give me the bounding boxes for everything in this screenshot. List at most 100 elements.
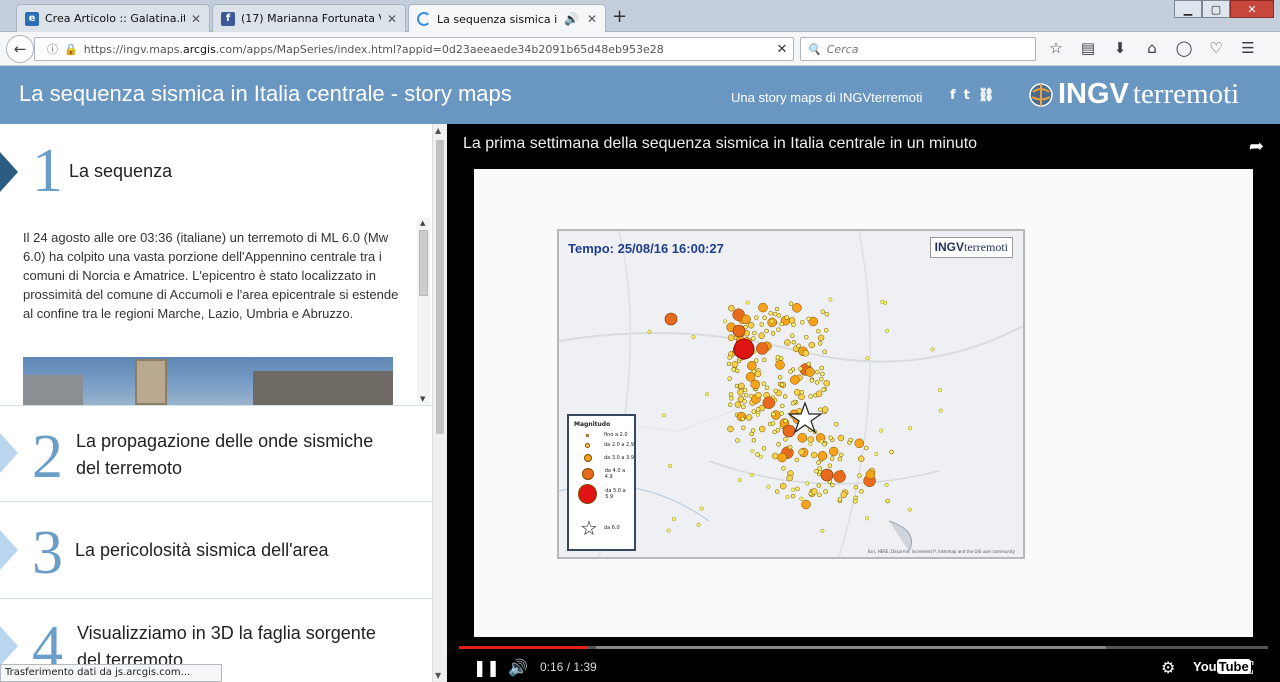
legend-row: ☆ da 6.0 xyxy=(580,516,620,540)
browser-tab-galatina[interactable]: e Crea Articolo :: Galatina.it -... ✕ xyxy=(16,4,210,32)
link-icon[interactable]: ⛓ xyxy=(978,88,995,103)
quake-dot xyxy=(795,486,800,492)
settings-gear-icon[interactable]: ⚙ xyxy=(1161,658,1175,677)
video-title[interactable]: La prima settimana della sequenza sismic… xyxy=(463,135,977,153)
quake-dot xyxy=(788,369,793,374)
quake-dot xyxy=(808,394,813,399)
inner-scrollbar[interactable]: ▲ ▼ xyxy=(417,218,430,404)
scroll-up-icon[interactable]: ▲ xyxy=(435,126,441,135)
quake-dot xyxy=(751,409,757,414)
quake-dot xyxy=(808,441,813,446)
quake-dot xyxy=(817,492,822,498)
quake-dot xyxy=(801,499,811,510)
quake-dot xyxy=(734,401,742,408)
close-tab-icon[interactable]: ✕ xyxy=(587,12,597,26)
quake-dot xyxy=(731,367,736,372)
section-2[interactable]: 2 La propagazione delle onde sismiche de… xyxy=(0,406,432,502)
quake-dot xyxy=(764,328,769,334)
menu-icon[interactable]: ☰ xyxy=(1238,39,1258,57)
quake-dot xyxy=(750,379,760,390)
quake-dot xyxy=(820,309,825,314)
quake-dot xyxy=(766,484,771,489)
pocket-icon[interactable]: ♡ xyxy=(1206,39,1226,57)
quake-dot xyxy=(817,466,822,471)
quake-dot xyxy=(696,522,701,527)
section-1[interactable]: 1 La sequenza Il 24 agosto alle ore 03:3… xyxy=(0,124,432,406)
magnitude-legend: Magnitudo fino a 2.0 da 2.0 a 2.9 da 3.0… xyxy=(567,414,636,551)
quake-dot xyxy=(865,469,876,480)
quake-dot-major xyxy=(733,338,755,360)
section-3[interactable]: 3 La pericolosità sismica dell'area xyxy=(0,502,432,599)
pause-icon[interactable]: ❚❚ xyxy=(473,658,500,677)
info-icon[interactable]: ⓘ xyxy=(47,41,58,57)
quake-dot xyxy=(800,320,805,325)
quake-dot xyxy=(774,489,780,494)
scroll-down-icon[interactable]: ▼ xyxy=(435,671,441,680)
quake-dot xyxy=(775,355,781,360)
quake-dot xyxy=(796,343,801,349)
scroll-thumb[interactable] xyxy=(436,140,444,434)
quake-dot xyxy=(773,388,778,394)
page-title: La sequenza sismica in Italia centrale -… xyxy=(19,81,512,106)
quake-dot xyxy=(794,457,800,463)
video-progress-bar[interactable] xyxy=(459,646,1268,649)
quake-dot xyxy=(754,370,762,378)
twitter-icon[interactable]: t xyxy=(964,88,970,103)
quake-dot xyxy=(755,412,760,417)
quake-dot xyxy=(854,438,865,449)
quake-dot xyxy=(664,312,678,326)
speaker-icon[interactable]: 🔊 xyxy=(564,12,579,26)
quake-dot xyxy=(785,494,790,499)
quake-dot xyxy=(864,445,869,451)
quake-dot xyxy=(771,411,776,417)
quake-dot xyxy=(770,331,776,336)
bookmark-star-icon[interactable]: ☆ xyxy=(1046,39,1066,57)
quake-dot xyxy=(827,463,833,468)
search-input[interactable]: 🔍 Cerca xyxy=(800,37,1036,61)
scroll-up-icon[interactable]: ▲ xyxy=(420,219,425,227)
fullscreen-icon[interactable]: ⛶ xyxy=(1242,658,1253,678)
quake-dot xyxy=(828,446,839,457)
maximize-icon[interactable]: ▢ xyxy=(1202,0,1230,18)
address-bar[interactable]: ⓘ 🔒 https://ingv.maps.arcgis.com/apps/Ma… xyxy=(34,37,794,61)
scroll-thumb[interactable] xyxy=(419,230,428,296)
minimize-icon[interactable]: ▁ xyxy=(1174,0,1202,18)
reading-list-icon[interactable]: ▤ xyxy=(1078,39,1098,57)
close-window-icon[interactable]: ✕ xyxy=(1230,0,1274,18)
quake-dot xyxy=(837,434,845,442)
quake-dot xyxy=(661,413,666,418)
home-icon[interactable]: ⌂ xyxy=(1142,39,1162,57)
facebook-icon[interactable]: f xyxy=(950,88,956,103)
quake-dot xyxy=(789,333,795,338)
browser-tab-facebook[interactable]: f (17) Marianna Fortunata Va... ✕ xyxy=(212,4,406,32)
chat-icon[interactable]: ◯ xyxy=(1174,39,1194,57)
youtube-player[interactable]: La prima settimana della sequenza sismic… xyxy=(447,124,1280,682)
clear-url-icon[interactable]: ✕ xyxy=(771,42,793,57)
close-tab-icon[interactable]: ✕ xyxy=(191,12,201,26)
section-body-text: Il 24 agosto alle ore 03:36 (italiane) u… xyxy=(23,230,399,321)
share-icon[interactable]: ➦ xyxy=(1249,136,1264,157)
quake-dot xyxy=(810,451,818,459)
close-tab-icon[interactable]: ✕ xyxy=(387,12,397,26)
amatrice-photo xyxy=(23,357,393,405)
volume-icon[interactable]: 🔊 xyxy=(508,658,528,677)
video-frame[interactable]: Tempo: 25/08/16 16:00:27 INGVterremoti M… xyxy=(474,169,1253,637)
quake-dot xyxy=(817,451,828,461)
scroll-down-icon[interactable]: ▼ xyxy=(420,395,425,403)
quake-dot xyxy=(821,387,826,392)
legend-row: da 2.0 a 2.9 xyxy=(573,442,634,448)
back-arrow-icon[interactable]: ← xyxy=(6,35,34,63)
browser-tab-active[interactable]: La sequenza sismica in ... 🔊 ✕ xyxy=(408,4,606,33)
quake-dot xyxy=(823,328,829,333)
played-bar xyxy=(459,646,589,649)
quake-dot xyxy=(805,367,815,377)
new-tab-icon[interactable]: + xyxy=(612,6,627,27)
quake-dot xyxy=(745,414,753,421)
quake-dot xyxy=(828,297,833,302)
quake-dot xyxy=(704,392,709,397)
download-icon[interactable]: ⬇ xyxy=(1110,39,1130,57)
quake-dot xyxy=(787,444,793,450)
page-scrollbar[interactable]: ▲ ▼ xyxy=(432,124,447,682)
quake-dot xyxy=(780,403,785,409)
quake-dot xyxy=(874,451,879,456)
